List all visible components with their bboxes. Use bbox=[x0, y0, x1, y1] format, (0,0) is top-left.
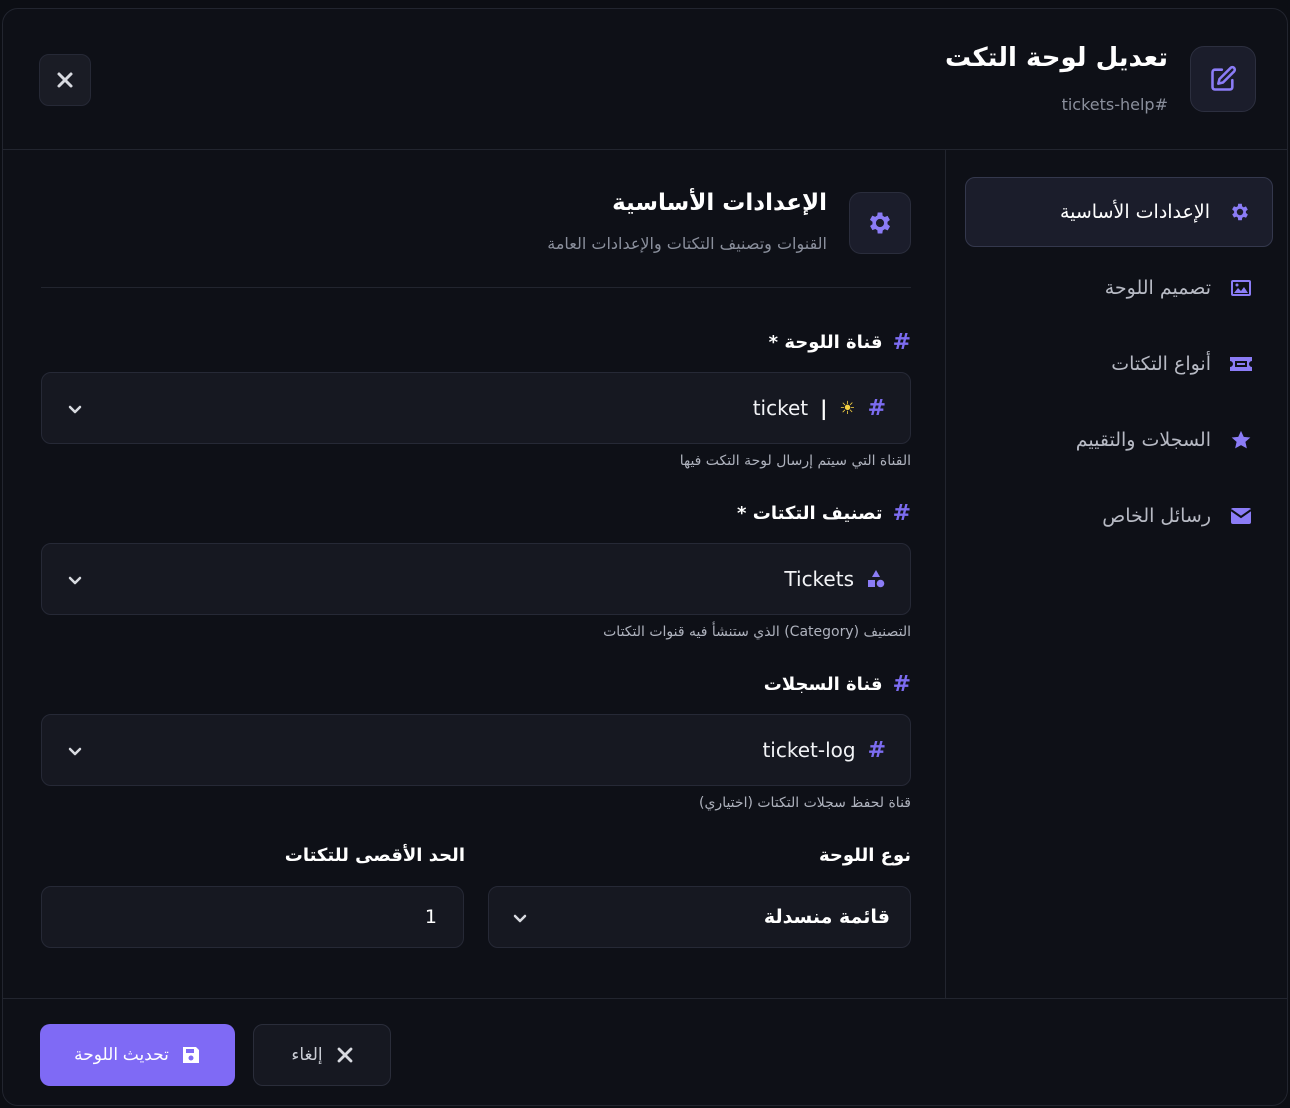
envelope-icon bbox=[1229, 504, 1253, 528]
max-tickets-label: الحد الأقصى للتكتات bbox=[284, 845, 465, 866]
settings-sidebar: الإعدادات الأساسية تصميم اللوحة أنواع ال… bbox=[945, 150, 1287, 998]
log-channel-select[interactable]: # ticket-log bbox=[41, 714, 911, 786]
panel-channel-select[interactable]: # ☀ | ticket bbox=[41, 372, 911, 444]
chevron-down-icon bbox=[68, 405, 82, 414]
sidebar-item-label: السجلات والتقييم bbox=[1075, 429, 1211, 451]
update-panel-button[interactable]: تحديث اللوحة bbox=[40, 1024, 235, 1086]
sidebar-item-label: الإعدادات الأساسية bbox=[1059, 201, 1210, 223]
section-divider bbox=[41, 287, 911, 288]
hash-icon: # bbox=[867, 395, 886, 421]
chevron-down-icon bbox=[68, 576, 82, 585]
close-icon bbox=[57, 72, 73, 88]
hash-icon: # bbox=[867, 737, 886, 763]
modal-header: تعديل لوحة التكت tickets-help# bbox=[3, 9, 1287, 150]
hash-icon: # bbox=[892, 330, 911, 355]
modal-subtitle: tickets-help# bbox=[1061, 95, 1168, 114]
edit-icon bbox=[1190, 46, 1256, 112]
gear-icon bbox=[1228, 200, 1252, 224]
sidebar-item-label: رسائل الخاص bbox=[1102, 505, 1211, 527]
category-help: التصنيف (Category) الذي ستنشأ فيه قنوات … bbox=[603, 624, 911, 640]
close-button[interactable] bbox=[39, 54, 91, 106]
chevron-down-icon bbox=[513, 914, 527, 923]
separator-bar: | bbox=[820, 396, 828, 420]
section-subtitle: القنوات وتصنيف التكتات والإعدادات العامة bbox=[547, 234, 827, 253]
sidebar-item-ticket-types[interactable]: أنواع التكتات bbox=[965, 329, 1273, 399]
ticket-icon bbox=[1229, 352, 1253, 376]
save-icon bbox=[182, 1047, 199, 1063]
category-label: # تصنيف التكتات * bbox=[737, 501, 911, 526]
panel-channel-value: ticket bbox=[752, 396, 809, 420]
chevron-down-icon bbox=[68, 747, 82, 756]
panel-type-select[interactable]: قائمة منسدلة bbox=[488, 886, 911, 948]
sidebar-item-label: تصميم اللوحة bbox=[1104, 277, 1211, 299]
panel-channel-help: القناة التي سيتم إرسال لوحة التكت فيها bbox=[679, 453, 911, 469]
gear-icon bbox=[849, 192, 911, 254]
sidebar-item-direct-messages[interactable]: رسائل الخاص bbox=[965, 481, 1273, 551]
category-value: Tickets bbox=[784, 567, 854, 591]
cancel-button[interactable]: إلغاء bbox=[253, 1024, 391, 1086]
cancel-label: إلغاء bbox=[291, 1045, 323, 1065]
panel-channel-label: # قناة اللوحة * bbox=[768, 330, 911, 355]
sidebar-item-panel-design[interactable]: تصميم اللوحة bbox=[965, 253, 1273, 323]
modal-footer: تحديث اللوحة إلغاء bbox=[3, 998, 1287, 1105]
sidebar-item-label: أنواع التكتات bbox=[1111, 353, 1211, 375]
shapes-icon bbox=[868, 570, 885, 588]
panel-type-label: نوع اللوحة bbox=[818, 845, 911, 866]
hash-icon: # bbox=[892, 501, 911, 526]
sun-icon: ☀ bbox=[839, 397, 856, 419]
edit-panel-modal: تعديل لوحة التكت tickets-help# الإعدادات… bbox=[2, 8, 1288, 1106]
hash-icon: # bbox=[892, 672, 911, 697]
section-title: الإعدادات الأساسية bbox=[612, 190, 827, 216]
sidebar-item-logs-rating[interactable]: السجلات والتقييم bbox=[965, 405, 1273, 475]
panel-type-value: قائمة منسدلة bbox=[763, 906, 890, 928]
log-channel-label: # قناة السجلات bbox=[763, 672, 911, 697]
update-panel-label: تحديث اللوحة bbox=[74, 1045, 169, 1064]
max-tickets-input[interactable] bbox=[41, 886, 464, 948]
close-icon bbox=[337, 1047, 353, 1063]
modal-title: تعديل لوحة التكت bbox=[944, 43, 1168, 73]
star-icon bbox=[1229, 428, 1253, 452]
category-select[interactable]: Tickets bbox=[41, 543, 911, 615]
settings-content: الإعدادات الأساسية القنوات وتصنيف التكتا… bbox=[3, 150, 947, 998]
image-icon bbox=[1229, 276, 1253, 300]
sidebar-item-basic-settings[interactable]: الإعدادات الأساسية bbox=[965, 177, 1273, 247]
log-channel-value: ticket-log bbox=[762, 738, 856, 762]
log-channel-help: قناة لحفظ سجلات التكتات (اختياري) bbox=[699, 795, 911, 811]
